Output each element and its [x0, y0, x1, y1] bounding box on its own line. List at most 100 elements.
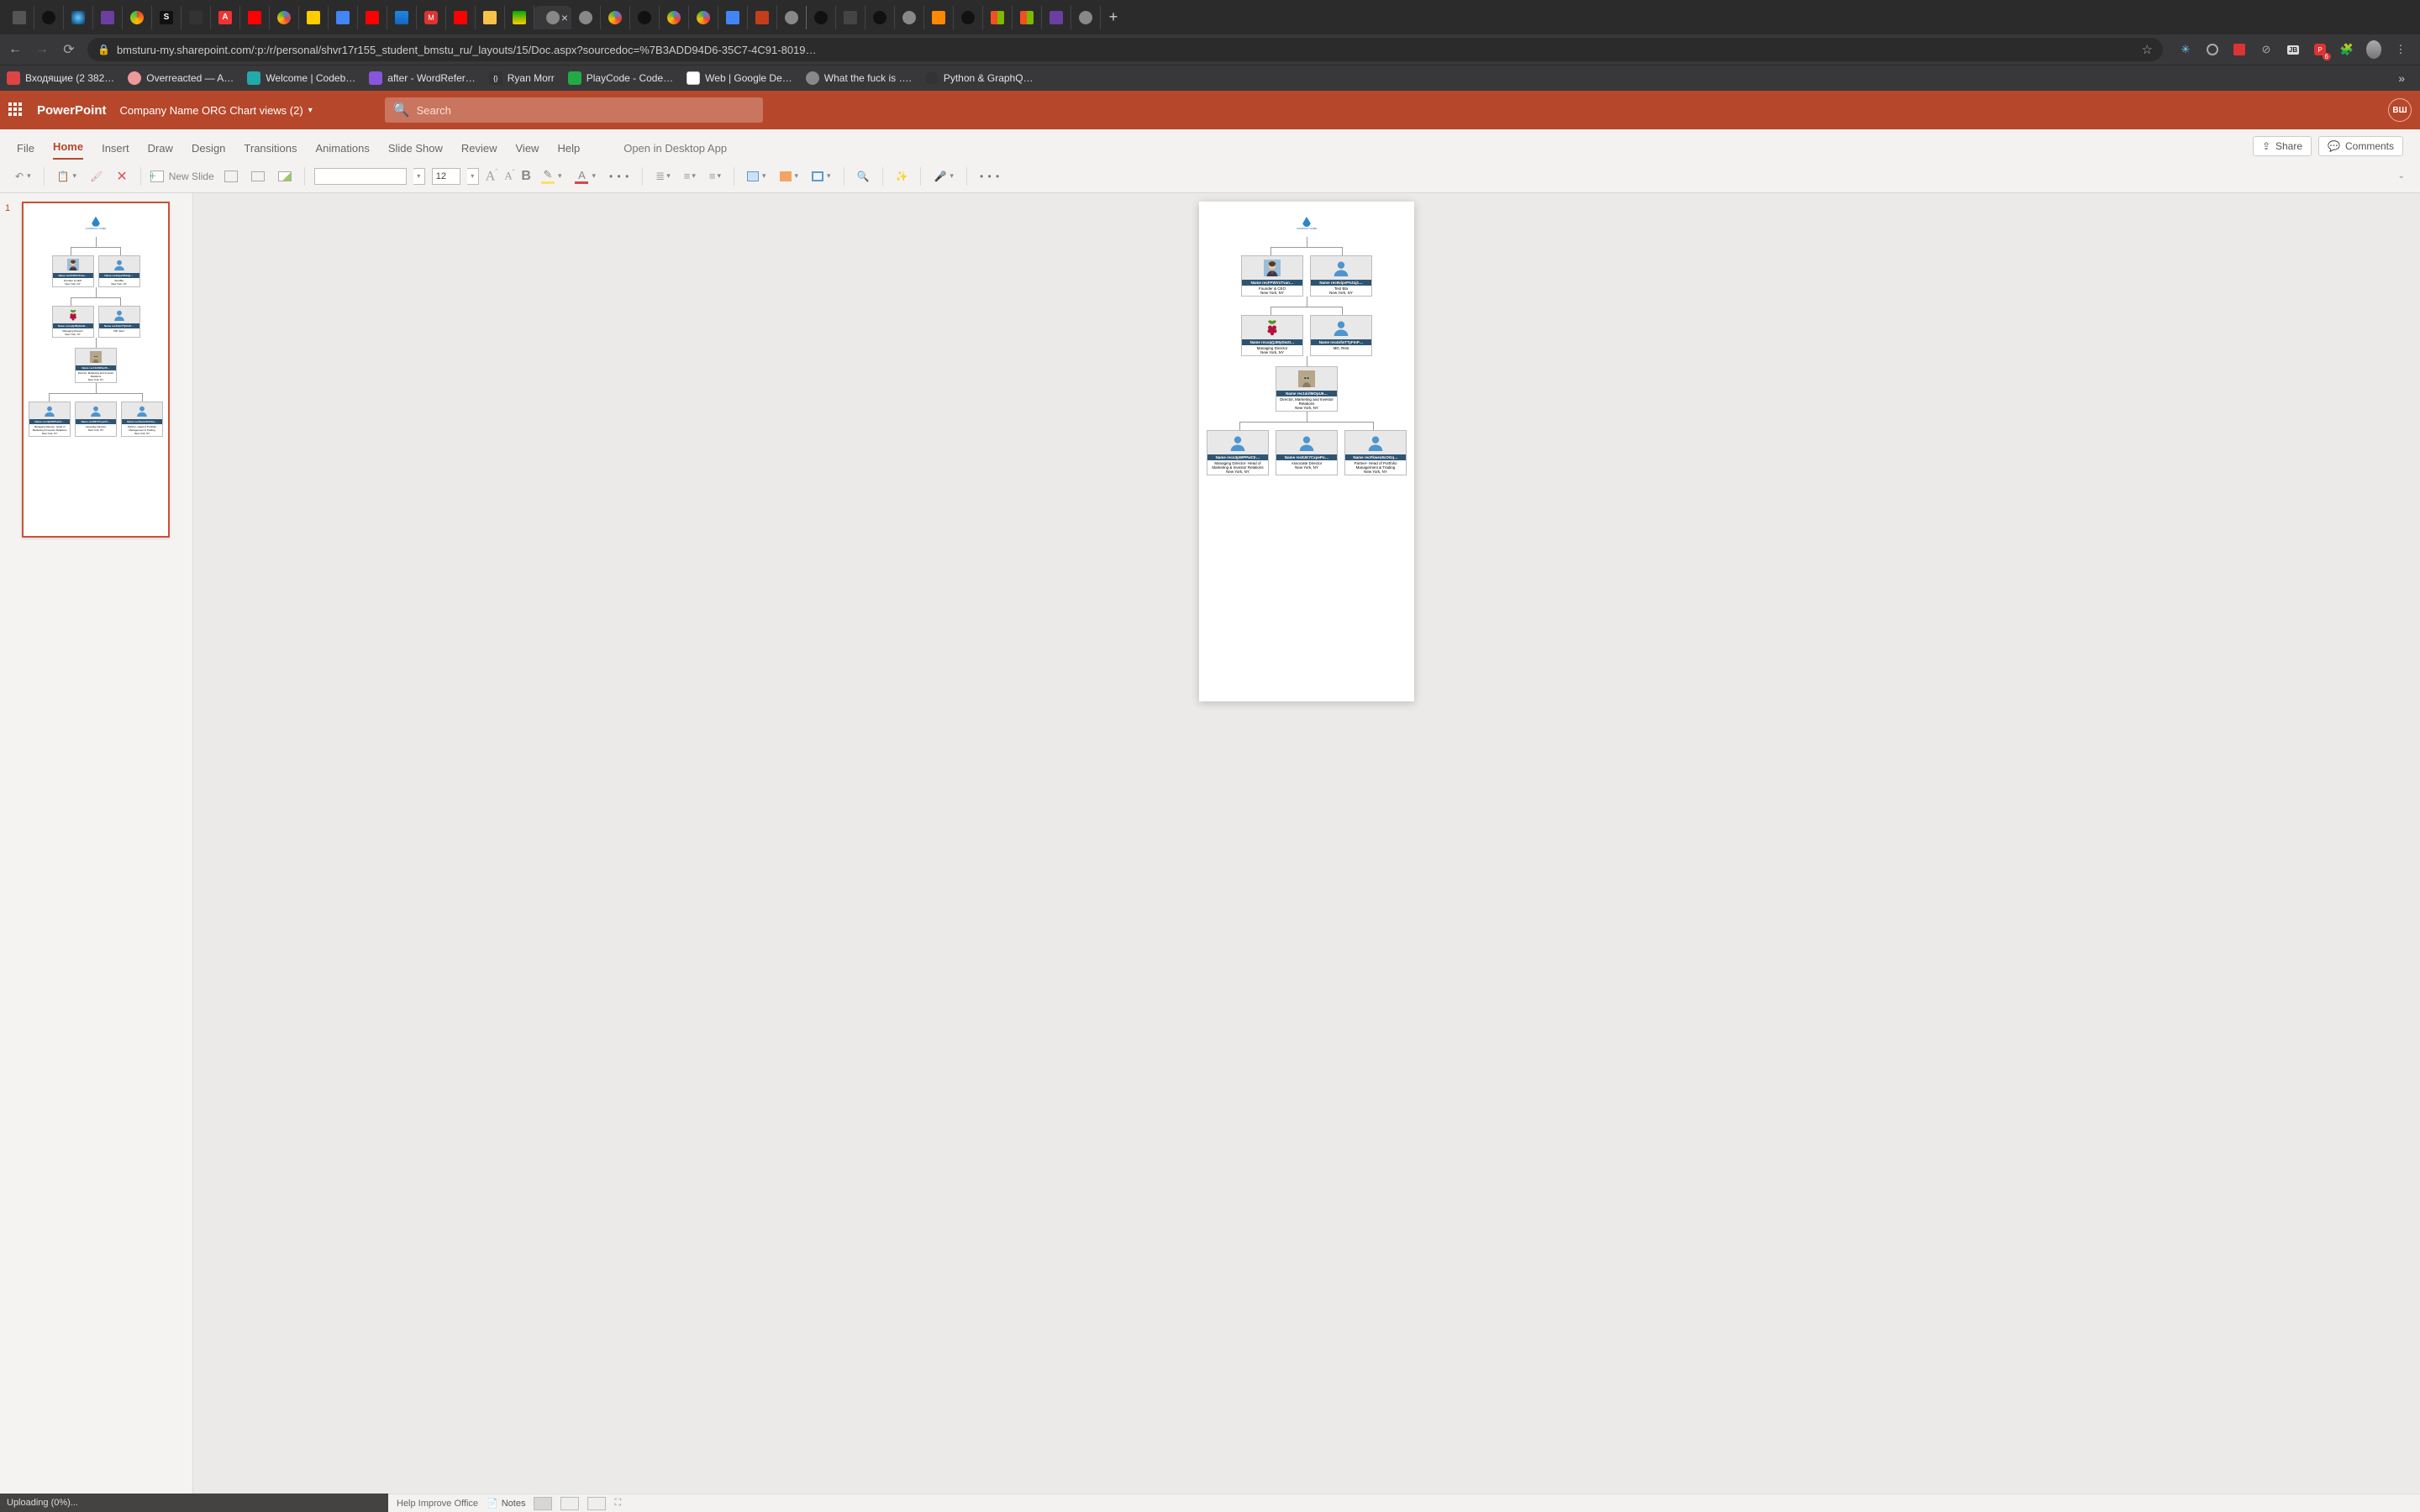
bookmark-item[interactable]: {}Ryan Morr	[489, 71, 555, 85]
browser-tab[interactable]	[299, 6, 329, 29]
tab-home[interactable]: Home	[53, 140, 83, 160]
browser-tab[interactable]	[387, 6, 417, 29]
browser-tab[interactable]	[601, 6, 630, 29]
extension-icon[interactable]	[2205, 42, 2220, 57]
search-input[interactable]	[417, 104, 755, 117]
font-size-input[interactable]: 12	[432, 168, 460, 185]
tab-view[interactable]: View	[516, 142, 539, 160]
user-avatar[interactable]: ВШ	[2388, 98, 2412, 122]
browser-tab[interactable]: A	[211, 6, 240, 29]
tab-transitions[interactable]: Transitions	[244, 142, 297, 160]
help-improve-link[interactable]: Help Improve Office	[397, 1499, 478, 1509]
browser-tab[interactable]	[865, 6, 895, 29]
bold-button[interactable]: B	[521, 169, 531, 184]
tab-review[interactable]: Review	[461, 142, 497, 160]
align-button[interactable]: ≡▾	[706, 168, 724, 184]
browser-tab[interactable]	[718, 6, 748, 29]
font-size-dd[interactable]: ▾	[467, 168, 479, 185]
paste-button[interactable]: 📋▾	[54, 169, 80, 184]
bookmark-item[interactable]: What the fuck is ….	[806, 71, 912, 85]
extension-icon[interactable]: JB	[2286, 42, 2301, 57]
browser-tab[interactable]	[1013, 6, 1042, 29]
browser-tab[interactable]	[777, 6, 807, 29]
browser-tab[interactable]	[64, 6, 93, 29]
slide-canvas-area[interactable]: COMPANY NAME Name recFFWVnTvan… Founder …	[193, 193, 2420, 1512]
tab-file[interactable]: File	[17, 142, 34, 160]
highlight-button[interactable]: ✎▾	[538, 166, 566, 186]
normal-view-button[interactable]	[534, 1497, 552, 1510]
share-button[interactable]: ⇪Share	[2253, 136, 2312, 156]
font-color-button[interactable]: A▾	[571, 167, 599, 186]
bookmark-item[interactable]: Python & GraphQ…	[925, 71, 1034, 85]
profile-avatar[interactable]	[2366, 42, 2381, 57]
zoom-to-fit-button[interactable]: ⛶	[614, 1498, 621, 1509]
browser-tab[interactable]	[240, 6, 270, 29]
extensions-menu-icon[interactable]: 🧩	[2339, 42, 2354, 57]
app-launcher-icon[interactable]	[8, 102, 24, 118]
close-icon[interactable]: ×	[561, 11, 568, 24]
browser-tab[interactable]	[34, 6, 64, 29]
extension-icon[interactable]: P6	[2312, 42, 2328, 57]
browser-tab[interactable]	[93, 6, 123, 29]
browser-tab[interactable]	[895, 6, 924, 29]
shape-outline-button[interactable]: ▾	[808, 170, 834, 183]
open-in-desktop-link[interactable]: Open in Desktop App	[623, 142, 727, 160]
photo-button[interactable]	[275, 170, 295, 183]
browser-tab[interactable]	[1042, 6, 1071, 29]
browser-tab[interactable]	[924, 6, 954, 29]
browser-tab-active[interactable]: ×	[534, 6, 571, 29]
find-button[interactable]: 🔍	[854, 169, 873, 184]
browser-tab[interactable]	[630, 6, 660, 29]
delete-button[interactable]: ✕	[113, 166, 130, 186]
browser-tab[interactable]	[329, 6, 358, 29]
browser-tab[interactable]	[182, 6, 211, 29]
new-slide-button[interactable]: ＋ New Slide	[150, 171, 214, 182]
grow-font-button[interactable]: Aˆ	[486, 168, 498, 184]
browser-tab[interactable]	[123, 6, 152, 29]
browser-tab[interactable]	[505, 6, 534, 29]
comments-button[interactable]: 💬Comments	[2318, 136, 2403, 156]
browser-tab[interactable]	[660, 6, 689, 29]
format-painter-button[interactable]: 🖌	[87, 169, 106, 184]
bookmark-item[interactable]: PlayCode - Code…	[568, 71, 673, 85]
browser-tab[interactable]	[807, 6, 836, 29]
tab-insert[interactable]: Insert	[102, 142, 129, 160]
url-field[interactable]: 🔒 bmsturu-my.sharepoint.com/:p:/r/person…	[87, 38, 2163, 61]
bookmark-item[interactable]: Web | Google De…	[687, 71, 792, 85]
collapse-ribbon-icon[interactable]: ⌄	[2398, 171, 2408, 181]
browser-tab[interactable]: S	[152, 6, 182, 29]
extension-icon[interactable]: ✳	[2178, 42, 2193, 57]
numbering-button[interactable]: ≡▾	[681, 168, 699, 184]
dictate-button[interactable]: 🎤▾	[930, 169, 956, 184]
reading-view-button[interactable]	[587, 1497, 606, 1510]
extension-icon[interactable]: ⊘	[2259, 42, 2274, 57]
forward-button[interactable]: →	[34, 42, 50, 57]
browser-tab[interactable]	[446, 6, 476, 29]
ribbon-overflow-button[interactable]: • • •	[976, 169, 1003, 184]
bookmark-item[interactable]: after - WordRefer…	[369, 71, 475, 85]
browser-tab[interactable]	[1071, 6, 1101, 29]
browser-tab[interactable]	[476, 6, 505, 29]
bookmark-item[interactable]: Входящие (2 382…	[7, 71, 114, 85]
browser-tab[interactable]: M	[417, 6, 446, 29]
reload-button[interactable]: ⟳	[60, 41, 77, 58]
document-name[interactable]: Company Name ORG Chart views (2)▾	[120, 104, 313, 117]
browser-tab[interactable]	[983, 6, 1013, 29]
bookmark-star-icon[interactable]: ☆	[2142, 42, 2153, 57]
vertical-scrollbar[interactable]	[2409, 193, 2420, 1494]
browser-tab[interactable]	[358, 6, 387, 29]
extension-icon[interactable]	[2232, 42, 2247, 57]
tab-animations[interactable]: Animations	[316, 142, 370, 160]
shrink-font-button[interactable]: Aˇ	[504, 169, 514, 182]
browser-tab[interactable]	[836, 6, 865, 29]
font-family-select[interactable]	[314, 168, 407, 185]
bookmark-item[interactable]: Overreacted — A…	[128, 71, 234, 85]
browser-tab[interactable]	[270, 6, 299, 29]
search-box[interactable]: 🔍	[385, 97, 763, 123]
font-family-dd[interactable]: ▾	[413, 168, 425, 185]
browser-tab[interactable]	[954, 6, 983, 29]
slide-canvas[interactable]: COMPANY NAME Name recFFWVnTvan… Founder …	[1199, 202, 1414, 701]
browser-tab[interactable]	[748, 6, 777, 29]
kebab-menu-icon[interactable]: ⋮	[2393, 42, 2408, 57]
shapes-button[interactable]: ▾	[744, 170, 770, 183]
